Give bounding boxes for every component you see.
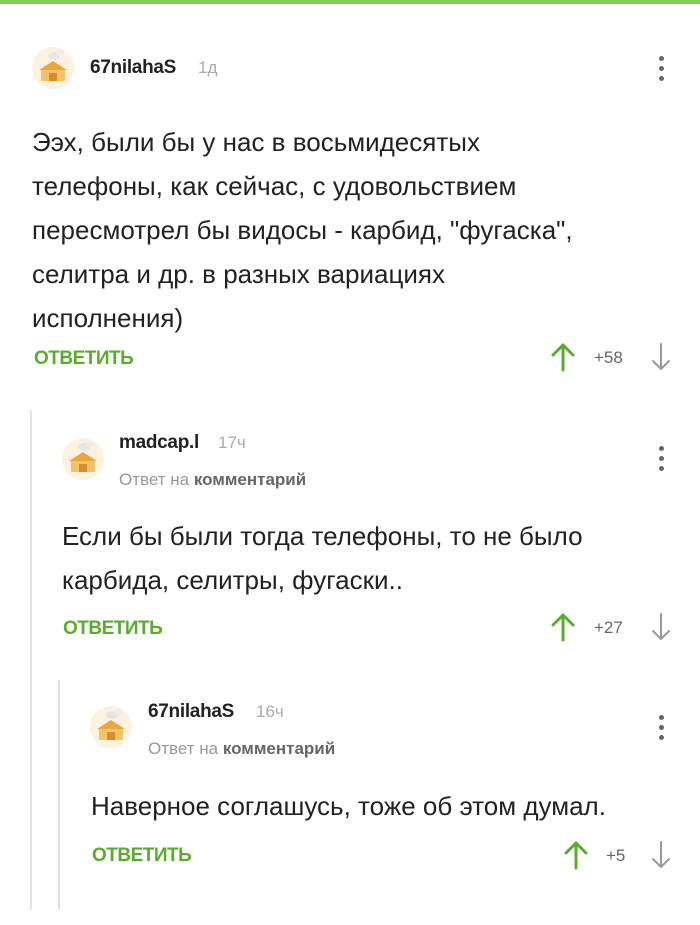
comment-author[interactable]: 67nilahaS bbox=[148, 701, 234, 723]
more-vertical-icon[interactable] bbox=[651, 712, 671, 746]
reply-button[interactable]: ОТВЕТИТЬ bbox=[92, 845, 192, 867]
comment-3: 67nilahaS 16ч Ответ на комментарий Навер… bbox=[0, 0, 700, 900]
vote-score: +5 bbox=[606, 846, 626, 865]
comment-text: Наверное соглашусь, тоже об этом думал. bbox=[91, 784, 606, 828]
comment-text-line: Наверное соглашусь, тоже об этом думал. bbox=[91, 791, 606, 821]
avatar-icon[interactable] bbox=[90, 706, 132, 748]
comment-time: 16ч bbox=[256, 702, 284, 721]
arrow-up-icon[interactable] bbox=[563, 840, 589, 870]
reply-to-info: Ответ на комментарий bbox=[148, 739, 335, 759]
reply-to-label: Ответ на bbox=[148, 739, 219, 758]
reply-to-link[interactable]: комментарий bbox=[223, 739, 335, 758]
arrow-down-icon[interactable] bbox=[648, 840, 674, 870]
